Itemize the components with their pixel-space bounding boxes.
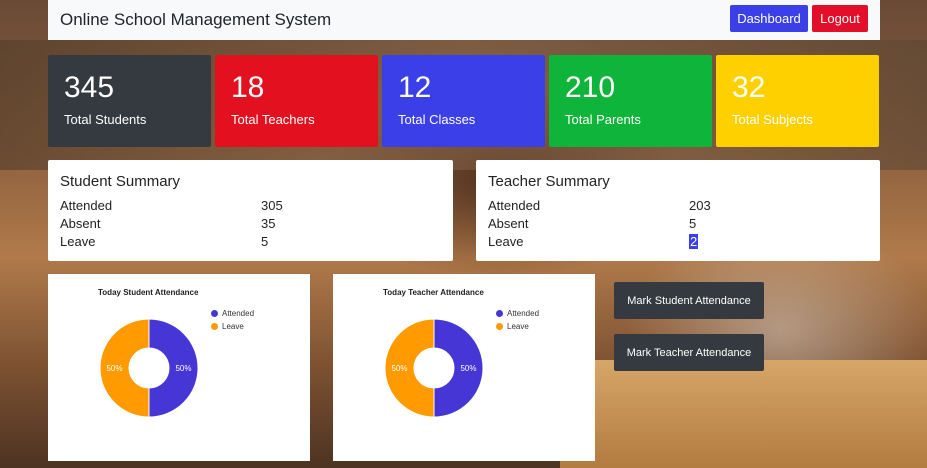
student-attendance-chart-card: Today Student Attendance 50% 50% Attended… [48,274,310,461]
stat-value: 18 [231,71,265,104]
pie-value-label: 50% [106,364,122,373]
stat-value: 32 [732,71,766,104]
summary-value: 35 [261,216,276,231]
stat-label: Total Teachers [231,112,315,127]
legend-swatch [496,323,503,330]
legend-item-attended: Attended [496,309,539,322]
legend-label: Attended [507,309,540,318]
stat-value: 12 [398,71,432,104]
summary-value: 5 [689,216,697,231]
legend-label: Leave [222,322,244,331]
summary-row-leave: Leave 2 [488,234,868,251]
legend-item-attended: Attended [211,309,254,322]
summary-row-absent: Absent 35 [60,216,440,233]
legend-label: Attended [222,309,255,318]
student-summary-card: Student Summary Attended 305 Absent 35 L… [48,160,453,261]
legend-swatch [211,323,218,330]
legend-swatch [211,310,218,317]
stat-label: Total Students [64,112,147,127]
summary-label: Leave [60,234,96,249]
dashboard-button[interactable]: Dashboard [730,5,808,32]
logout-button[interactable]: Logout [812,5,868,32]
stat-card-teachers: 18 Total Teachers [215,55,378,147]
stat-value: 210 [565,71,616,104]
teacher-attendance-chart-card: Today Teacher Attendance 50% 50% Attended… [333,274,595,461]
top-navbar: Online School Management System Dashboar… [48,0,880,40]
summary-value: 5 [261,234,269,249]
stat-card-subjects: 32 Total Subjects [716,55,879,147]
mark-student-attendance-button[interactable]: Mark Student Attendance [614,282,764,319]
legend-label: Leave [507,322,529,331]
pie-value-label: 50% [391,364,407,373]
stat-label: Total Parents [565,112,641,127]
summary-label: Attended [60,198,113,213]
stat-value: 345 [64,71,115,104]
stat-card-students: 345 Total Students [48,55,211,147]
pie-value-label: 50% [175,364,191,373]
summary-value: 203 [689,198,711,213]
stat-card-parents: 210 Total Parents [549,55,712,147]
background-photo-desk [560,360,927,468]
chart-legend: Attended Leave [211,309,254,335]
summary-label: Leave [488,234,524,249]
summary-row-attended: Attended 305 [60,198,440,215]
summary-row-absent: Absent 5 [488,216,868,233]
stat-label: Total Classes [398,112,476,127]
mark-teacher-attendance-button[interactable]: Mark Teacher Attendance [614,334,764,371]
stat-label: Total Subjects [732,112,813,127]
teacher-summary-card: Teacher Summary Attended 203 Absent 5 Le… [476,160,880,261]
summary-value: 305 [261,198,283,213]
legend-item-leave: Leave [211,322,254,335]
app-title: Online School Management System [60,10,332,29]
summary-value-selected: 2 [689,234,699,249]
stat-card-classes: 12 Total Classes [382,55,545,147]
teacher-attendance-pie: 50% 50% [384,318,484,418]
summary-label: Absent [488,216,529,231]
chart-legend: Attended Leave [496,309,539,335]
legend-item-leave: Leave [496,322,539,335]
summary-label: Absent [60,216,101,231]
student-summary-title: Student Summary [60,173,181,190]
summary-row-leave: Leave 5 [60,234,440,251]
summary-label: Attended [488,198,541,213]
legend-swatch [496,310,503,317]
student-attendance-pie: 50% 50% [99,318,199,418]
summary-row-attended: Attended 203 [488,198,868,215]
teacher-summary-title: Teacher Summary [488,173,610,190]
pie-value-label: 50% [460,364,476,373]
